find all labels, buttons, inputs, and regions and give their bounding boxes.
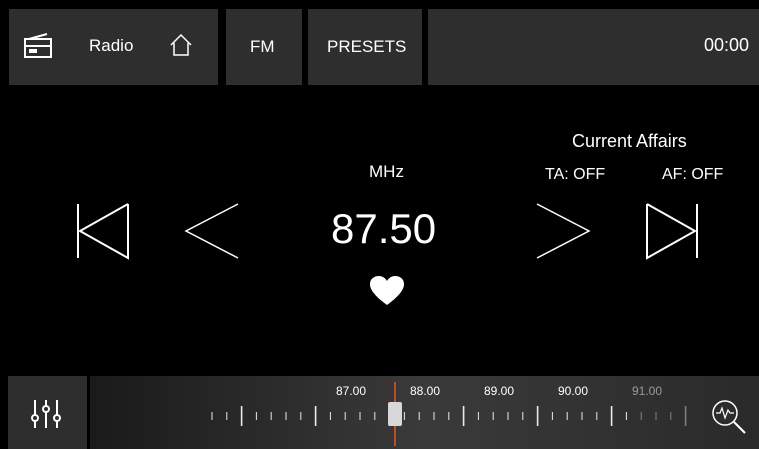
radio-source-button[interactable]: Radio: [9, 9, 218, 85]
af-status[interactable]: AF: OFF: [662, 166, 723, 184]
tuner-label-91: 91.00: [632, 384, 663, 398]
skip-back-icon[interactable]: [74, 202, 132, 260]
main-panel: MHz 87.50 Current Affairs TA: OFF AF: OF…: [0, 86, 759, 376]
tuner-label-88: 88.00: [410, 384, 441, 398]
frequency-display: 87.50: [331, 205, 437, 252]
radio-icon: [24, 33, 52, 58]
station-name: Current Affairs: [572, 131, 687, 151]
clock-area: 00:00: [428, 9, 759, 85]
next-icon[interactable]: [535, 202, 591, 260]
band-label: FM: [250, 37, 275, 56]
bottom-bar: 87.00 88.00 89.00 90.00 91.00: [0, 376, 759, 449]
tuner-label-87: 87.00: [336, 384, 367, 398]
prev-icon[interactable]: [184, 202, 240, 260]
tuner-knob: [388, 402, 402, 426]
radio-label: Radio: [89, 36, 134, 55]
equalizer-icon: [31, 400, 61, 428]
ta-status[interactable]: TA: OFF: [545, 166, 605, 184]
search-icon[interactable]: [710, 398, 748, 436]
heart-icon[interactable]: [370, 276, 404, 306]
presets-label: PRESETS: [327, 37, 407, 56]
band-fm-button[interactable]: FM: [226, 9, 302, 85]
skip-forward-icon[interactable]: [643, 202, 701, 260]
top-bar: Radio FM PRESETS 00:00: [0, 0, 759, 86]
frequency-unit: MHz: [369, 162, 404, 181]
tuner-label-89: 89.00: [484, 384, 515, 398]
clock: 00:00: [703, 35, 749, 55]
equalizer-button[interactable]: [8, 376, 87, 449]
home-icon[interactable]: [169, 33, 193, 57]
tuner-label-90: 90.00: [558, 384, 589, 398]
tuner-scale[interactable]: 87.00 88.00 89.00 90.00 91.00: [90, 376, 759, 449]
presets-button[interactable]: PRESETS: [308, 9, 422, 85]
